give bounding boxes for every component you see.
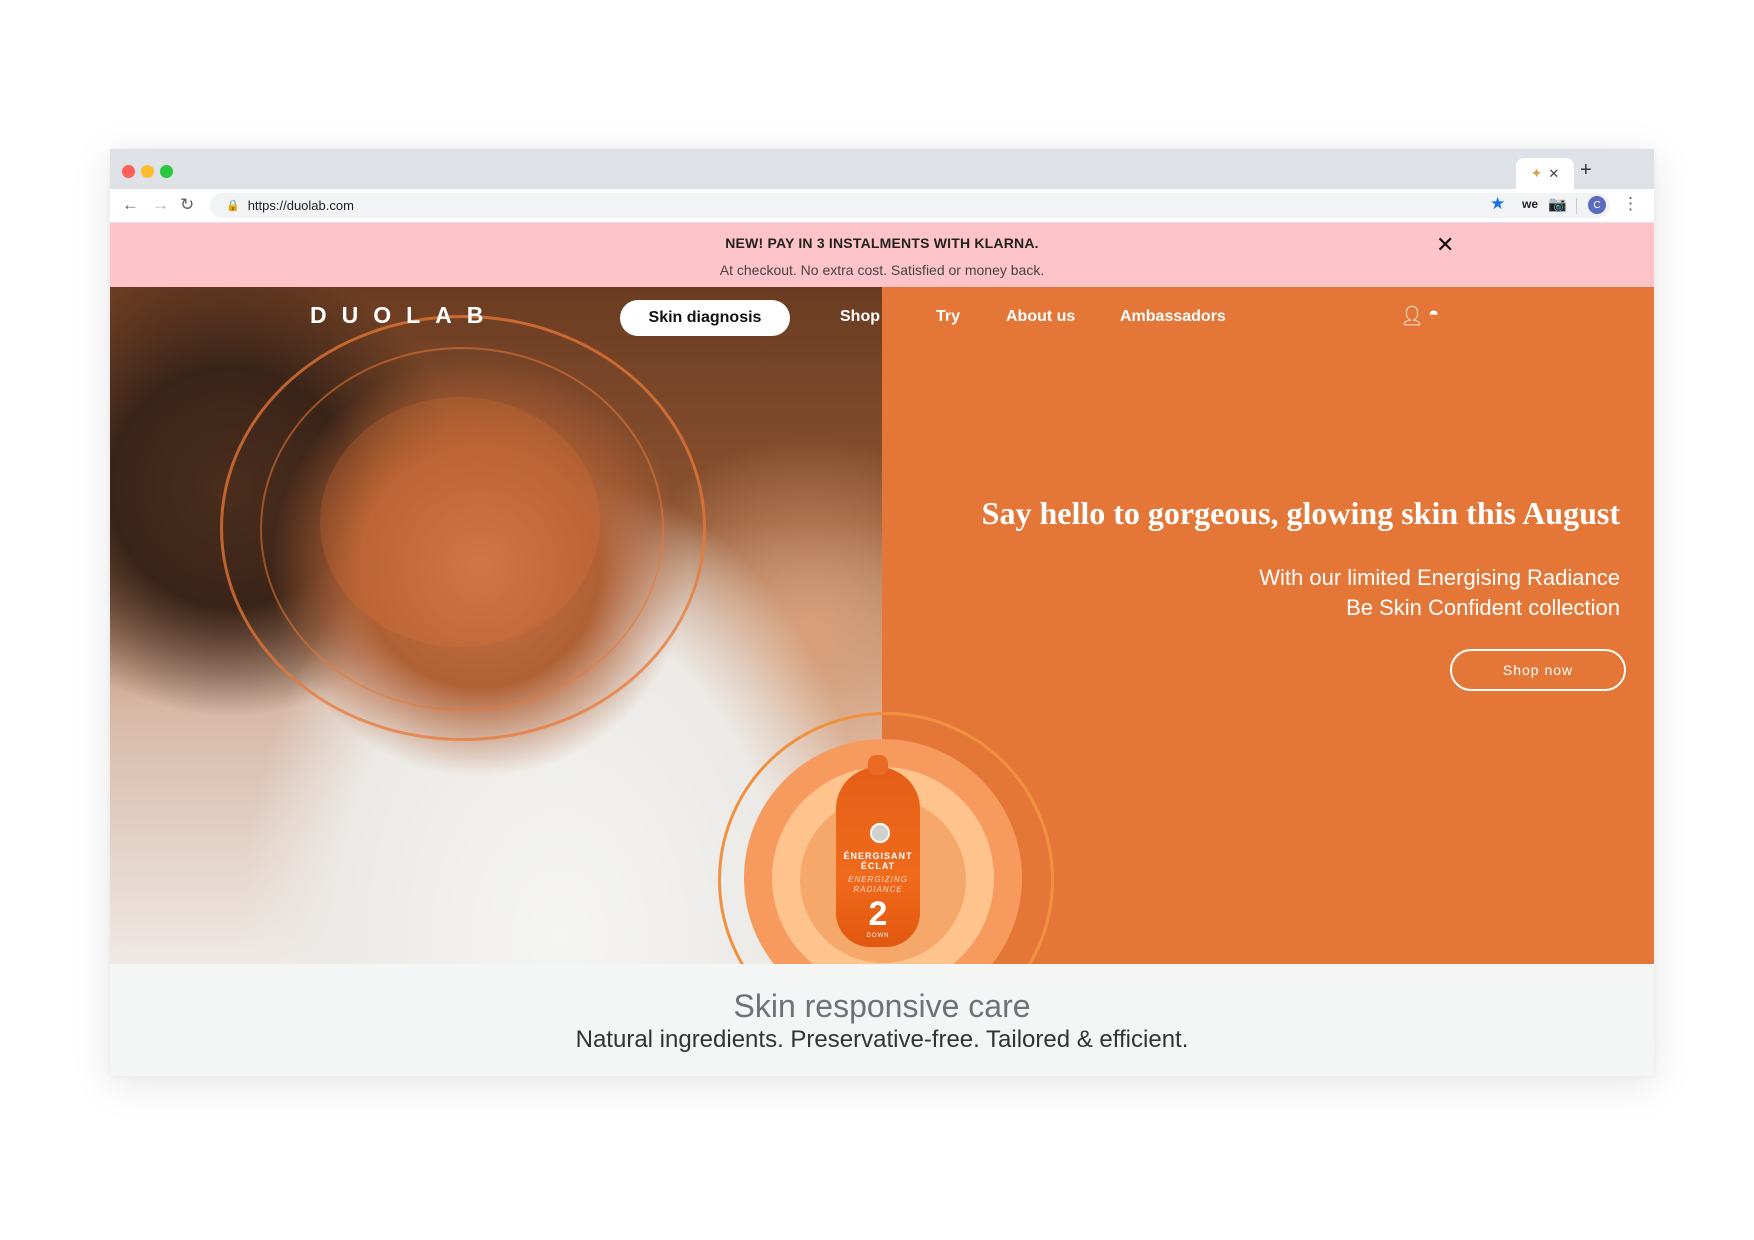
nav-try[interactable]: Try — [936, 308, 960, 326]
account-icon[interactable]: 👤︎ — [1400, 304, 1424, 328]
tagline-title: Skin responsive care — [733, 988, 1031, 1024]
photo-glow — [320, 397, 600, 647]
tab-bar: ✦ ✕ + — [110, 149, 1654, 189]
hero-headline: Say hello to gorgeous, glowing skin this… — [981, 495, 1620, 531]
sachet-pump-icon — [870, 823, 890, 843]
sachet-line3: ENERGIZING — [848, 875, 908, 884]
promo-close-icon[interactable]: ✕ — [1436, 232, 1454, 258]
profile-avatar[interactable]: C — [1588, 196, 1606, 214]
hero-subtitle-line2: Be Skin Confident collection — [1346, 595, 1620, 620]
reload-icon[interactable]: ↻ — [180, 195, 194, 215]
minimize-window-dot[interactable] — [141, 165, 154, 178]
hero-section: ÉNERGISANT ÉCLAT ENERGIZING RADIANCE 2 D… — [110, 287, 1654, 1048]
tab-favicon-icon: ✦ — [1530, 165, 1543, 181]
hero-subtitle-line1: With our limited Energising Radiance — [1259, 565, 1620, 590]
bookmark-star-icon[interactable]: ★ — [1490, 194, 1505, 214]
shop-now-button[interactable]: Shop now — [1450, 649, 1626, 691]
sachet-line2: ÉCLAT — [860, 861, 896, 871]
basket-icon[interactable]: ◓ — [1428, 304, 1439, 326]
product-sachet[interactable]: ÉNERGISANT ÉCLAT ENERGIZING RADIANCE 2 D… — [836, 755, 920, 947]
browser-tab[interactable]: ✦ ✕ — [1516, 158, 1574, 189]
promo-title: NEW! PAY IN 3 INSTALMENTS WITH KLARNA. — [725, 235, 1039, 251]
address-bar-row: ← → ↻ 🔒 https://duolab.com ★ we 📷 C ⋮ — [110, 189, 1654, 223]
sachet-line1: ÉNERGISANT — [843, 851, 913, 861]
browser-menu-icon[interactable]: ⋮ — [1622, 194, 1639, 214]
hero-subtitle: With our limited Energising Radiance Be … — [1259, 563, 1620, 623]
tagline-subtitle: Natural ingredients. Preservative-free. … — [575, 1026, 1189, 1053]
tab-close-icon[interactable]: ✕ — [1548, 166, 1559, 182]
nav-ambassadors[interactable]: Ambassadors — [1120, 308, 1226, 326]
nav-about-us[interactable]: About us — [1006, 308, 1075, 326]
sachet-down-label: DOWN — [866, 933, 890, 939]
nav-shop[interactable]: Shop — [840, 308, 880, 326]
sachet-number: 2 — [868, 895, 888, 933]
back-arrow-icon[interactable]: ← — [122, 195, 139, 215]
site-logo[interactable]: DUOLAB — [310, 302, 498, 329]
promo-subtitle: At checkout. No extra cost. Satisfied or… — [719, 262, 1045, 278]
nav-skin-diagnosis[interactable]: Skin diagnosis — [620, 300, 790, 336]
extension-we-icon[interactable]: we — [1522, 197, 1538, 211]
forward-arrow-icon[interactable]: → — [152, 195, 169, 215]
maximize-window-dot[interactable] — [160, 165, 173, 178]
browser-window: ✦ ✕ + ← → ↻ 🔒 https://duolab.com ★ we 📷 … — [110, 149, 1654, 1076]
sachet-cap — [868, 755, 888, 775]
sachet-line4: RADIANCE — [853, 885, 903, 894]
camera-extension-icon[interactable]: 📷 — [1548, 195, 1567, 213]
close-window-dot[interactable] — [122, 165, 135, 178]
url-field[interactable]: 🔒 https://duolab.com — [210, 193, 1610, 218]
url-text: https://duolab.com — [247, 198, 354, 213]
toolbar-divider — [1576, 198, 1577, 214]
tagline-section: Skin responsive care Natural ingredients… — [110, 964, 1654, 1076]
lock-icon: 🔒 — [226, 200, 240, 212]
promo-banner: NEW! PAY IN 3 INSTALMENTS WITH KLARNA. A… — [110, 223, 1654, 287]
new-tab-button[interactable]: + — [1580, 159, 1592, 182]
